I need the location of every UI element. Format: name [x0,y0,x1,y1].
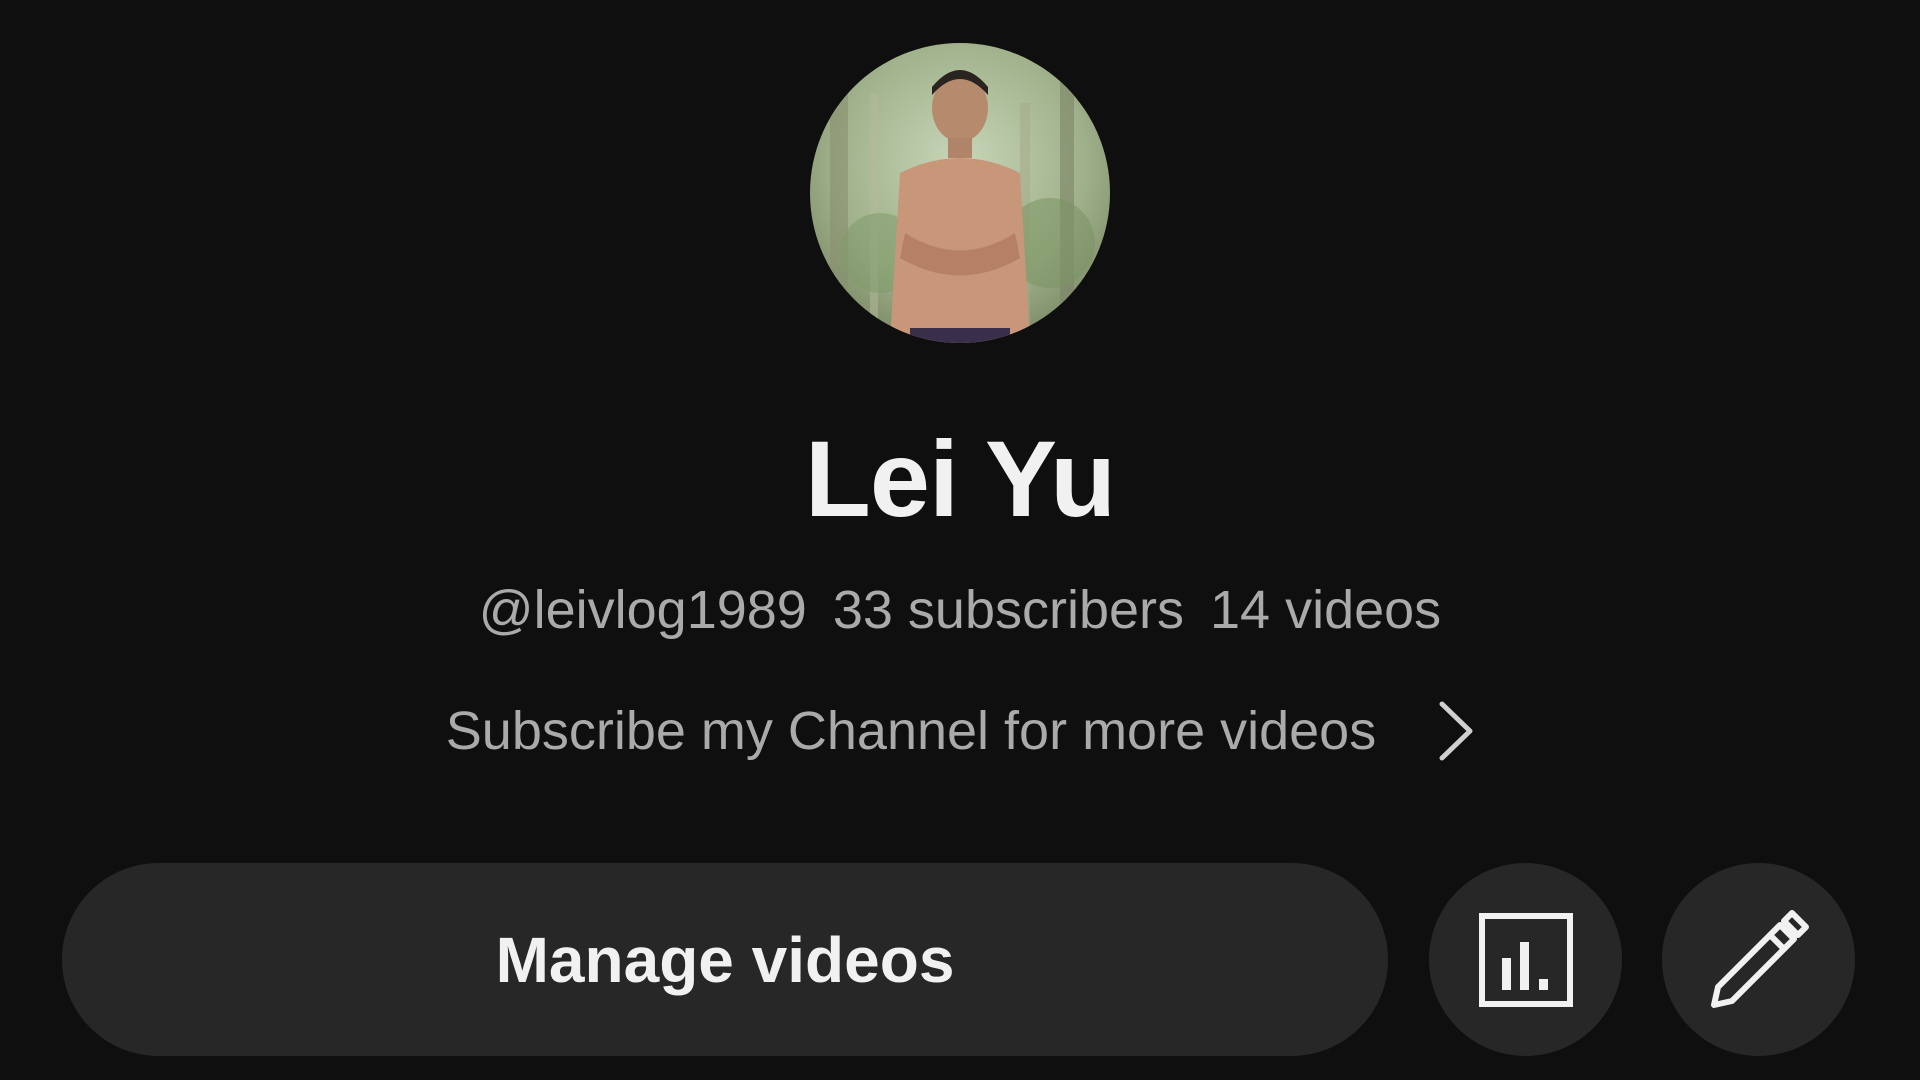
chevron-right-icon [1439,701,1473,761]
channel-meta: @leivlog1989 33 subscribers 14 videos [0,583,1920,637]
manage-videos-label: Manage videos [495,923,955,996]
analytics-icon [1478,912,1573,1007]
pencil-icon [1710,909,1809,1008]
avatar[interactable] [810,43,1110,343]
video-count: 14 videos [1210,580,1442,640]
avatar-image [810,43,1110,343]
edit-channel-button[interactable] [1662,863,1855,1056]
channel-handle: @leivlog1989 [478,580,807,640]
channel-name: Lei Yu [804,418,1116,539]
channel-description: Subscribe my Channel for more videos [445,701,1377,761]
subscriber-count: 33 subscribers [832,580,1185,640]
channel-page: Lei Yu @leivlog1989 33 subscribers 14 vide… [0,0,1920,1080]
channel-description-link[interactable]: Subscribe my Channel for more videos [400,696,1520,766]
manage-videos-button[interactable]: Manage videos [62,863,1388,1056]
analytics-button[interactable] [1429,863,1622,1056]
